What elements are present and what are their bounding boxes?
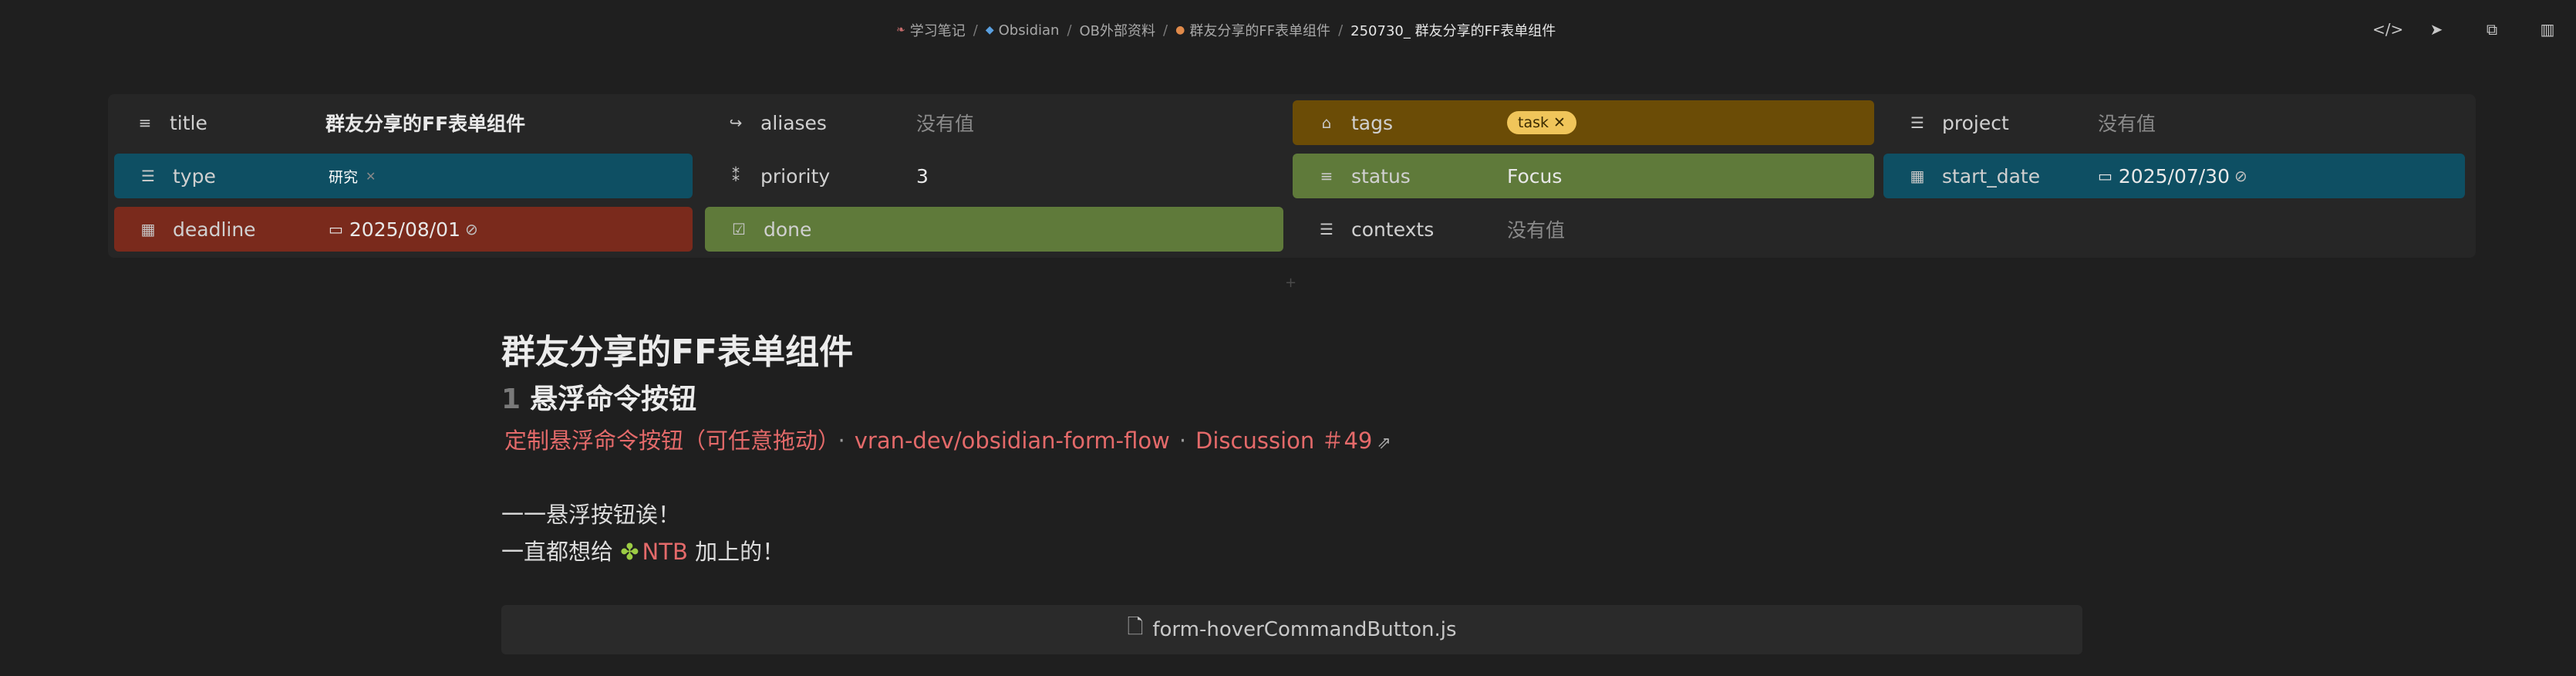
breadcrumb-item-obsidian[interactable]: ◆ Obsidian <box>986 22 1060 39</box>
property-priority[interactable]: ⁑ priority 3 <box>702 154 1283 198</box>
property-name: project <box>1942 111 2009 134</box>
breadcrumb-item-external[interactable]: OB外部资料 <box>1080 20 1156 40</box>
tag-pill[interactable]: task ✕ <box>1507 111 1576 134</box>
property-value[interactable]: Focus <box>1507 165 1562 188</box>
list-icon: ☰ <box>1910 113 1924 132</box>
property-title[interactable]: ≡ title 群友分享的FF表单组件 <box>111 100 693 145</box>
add-property-icon[interactable]: + <box>1285 275 1296 291</box>
text-lines-icon: ≡ <box>1320 167 1334 185</box>
gem-icon: ◆ <box>985 24 994 36</box>
ntb-link[interactable]: NTB <box>642 539 688 565</box>
paragraph-line: 一直都想给 ✤ NTB 加上的！ <box>501 539 785 565</box>
breadcrumb-current: 250730_ 群友分享的FF表单组件 <box>1350 23 1556 39</box>
property-type[interactable]: ☰ type 研究 ✕ <box>114 154 693 198</box>
breadcrumb: ❧ 学习笔记 / ◆ Obsidian / OB外部资料 / ● 群友分享的FF… <box>896 20 1556 40</box>
breadcrumb-separator: / <box>1338 22 1344 39</box>
property-project[interactable]: ☰ project 没有值 <box>1883 100 2465 145</box>
puzzle-icon: ✤ <box>620 539 639 565</box>
fire-icon: ● <box>1175 24 1185 36</box>
property-name: status <box>1351 164 1411 188</box>
calendar-icon: ▦ <box>1910 167 1925 185</box>
breadcrumb-item-study[interactable]: ❧ 学习笔记 <box>896 20 966 40</box>
link-icon[interactable]: ⊘ <box>2234 167 2247 185</box>
list-icon: ☰ <box>1320 220 1334 238</box>
property-value[interactable]: 没有值 <box>1507 215 1565 243</box>
reveal-folder-icon[interactable]: ⧉ <box>2483 20 2500 39</box>
calendar-icon: ▭ <box>2098 167 2112 185</box>
property-value[interactable]: 研究 ✕ <box>329 166 376 187</box>
send-icon[interactable]: ➤ <box>2428 20 2445 39</box>
external-link-icon: ⇗ <box>1377 434 1391 453</box>
external-link[interactable]: 定制悬浮命令按钮（可任意拖动） · vran-dev/obsidian-form-f… <box>504 423 1391 455</box>
property-contexts[interactable]: ☰ contexts 没有值 <box>1293 207 1874 252</box>
type-tag[interactable]: 研究 <box>329 166 358 187</box>
remove-tag-icon[interactable]: ✕ <box>366 169 376 184</box>
list-icon: ☰ <box>141 167 155 185</box>
code-file-embed[interactable]: 🗋 form-hoverCommandButton.js <box>501 605 2082 654</box>
property-name: contexts <box>1351 218 1435 241</box>
property-value[interactable]: task ✕ <box>1507 111 1576 134</box>
property-name: title <box>170 111 207 134</box>
file-icon: 🗋 <box>1127 616 1144 639</box>
property-value[interactable]: 没有值 <box>2098 109 2156 137</box>
source-code-icon[interactable]: </> <box>2372 20 2403 39</box>
property-aliases[interactable]: ↪ aliases 没有值 <box>702 100 1283 145</box>
property-name: type <box>173 164 216 188</box>
section-heading: 1 悬浮命令按钮 <box>501 384 697 415</box>
breadcrumb-separator: / <box>1067 22 1072 39</box>
property-name: aliases <box>760 111 827 134</box>
property-name: start_date <box>1942 164 2041 188</box>
note-title: 群友分享的FF表单组件 <box>501 333 854 372</box>
property-name: priority <box>760 164 831 188</box>
property-value[interactable]: 没有值 <box>916 109 974 137</box>
properties-panel: ≡ title 群友分享的FF表单组件 ↪ aliases 没有值 ⌂ tags… <box>108 94 2476 258</box>
property-start-date[interactable]: ▦ start_date ▭ 2025/07/30 ⊘ <box>1883 154 2465 198</box>
calendar-icon: ▭ <box>329 220 343 238</box>
sidebar-toggle-icon[interactable]: ▥ <box>2539 20 2556 39</box>
book-icon: ❧ <box>896 24 905 36</box>
property-done[interactable]: ☑ done <box>705 207 1283 252</box>
property-name: deadline <box>173 218 256 241</box>
property-status[interactable]: ≡ status Focus <box>1293 154 1874 198</box>
property-name: done <box>764 218 812 241</box>
property-value[interactable]: ▭ 2025/08/01 ⊘ <box>329 218 478 241</box>
tag-icon: ⌂ <box>1321 113 1332 132</box>
property-value[interactable]: 3 <box>916 165 929 188</box>
breadcrumb-separator: / <box>1163 22 1168 39</box>
property-tags[interactable]: ⌂ tags task ✕ <box>1293 100 1874 145</box>
forward-arrow-icon: ↪ <box>729 113 743 132</box>
paragraph-line: 一一悬浮按钮诶！ <box>501 502 681 528</box>
number-icon: ⁑ <box>732 167 740 185</box>
checkbox-icon[interactable]: ☑ <box>723 220 754 238</box>
breadcrumb-separator: / <box>973 22 978 39</box>
breadcrumb-item-ff-forms[interactable]: ● 群友分享的FF表单组件 <box>1175 20 1330 40</box>
calendar-icon: ▦ <box>140 220 156 238</box>
property-value[interactable]: ▭ 2025/07/30 ⊘ <box>2098 165 2247 188</box>
remove-tag-icon[interactable]: ✕ <box>1553 114 1566 131</box>
top-actions: </> ➤ ⧉ ▥ <box>2372 20 2556 39</box>
property-value[interactable]: 群友分享的FF表单组件 <box>325 109 525 137</box>
link-icon[interactable]: ⊘ <box>465 220 478 238</box>
property-name: tags <box>1351 111 1394 134</box>
text-lines-icon: ≡ <box>138 113 152 132</box>
property-deadline[interactable]: ▦ deadline ▭ 2025/08/01 ⊘ <box>114 207 693 252</box>
top-bar: ❧ 学习笔记 / ◆ Obsidian / OB外部资料 / ● 群友分享的FF… <box>0 0 2576 65</box>
